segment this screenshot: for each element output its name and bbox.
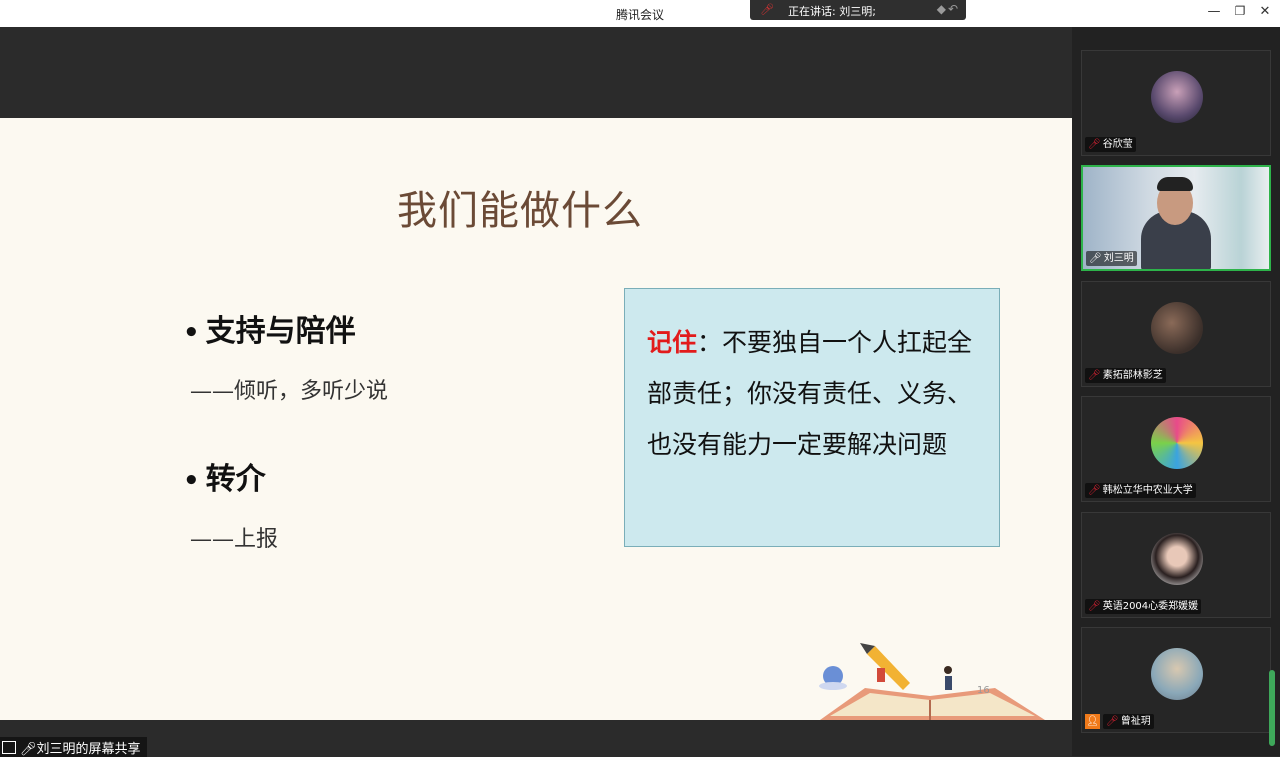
screen-share-icon <box>2 741 16 754</box>
user-icon: 👤︎ <box>1085 714 1100 729</box>
bullet-referral: • 转介 <box>183 454 266 498</box>
mic-muted-icon: 🎤︎ <box>1106 716 1119 727</box>
participant-tile[interactable]: 🎤︎ 韩松立华中农业大学 <box>1081 396 1271 502</box>
mic-muted-icon: 🎤︎ <box>1088 139 1101 150</box>
participant-name-tag: 🎤︎ 素拓部林影芝 <box>1085 368 1166 383</box>
bullet-label: 支持与陪伴 <box>205 314 356 349</box>
participant-name: 韩松立华中农业大学 <box>1102 485 1193 496</box>
bullet-sub: ——上报 <box>190 527 279 552</box>
pin-icon[interactable]: ◆ <box>937 2 948 16</box>
mic-muted-icon: 🎤︎ <box>760 3 774 16</box>
speaking-indicator[interactable]: 🎤︎ 正在讲话: 刘三明; ◆↶ <box>750 0 966 20</box>
undo-icon[interactable]: ↶ <box>948 2 960 16</box>
mic-muted-icon: 🎤︎ <box>1088 485 1101 496</box>
page-number: 16 <box>977 685 990 696</box>
avatar <box>1151 71 1203 123</box>
minimize-button[interactable]: — <box>1205 4 1223 19</box>
participant-tile[interactable]: 🎤︎ 素拓部林影芝 <box>1081 281 1271 387</box>
note-key: 记住 <box>647 328 698 357</box>
mic-muted-icon: 🎤︎ <box>1088 370 1101 381</box>
participant-name-tag: 🎤︎ 英语2004心委郑媛媛 <box>1085 599 1202 614</box>
participant-tile-active[interactable]: 🎤︎ 刘三明 <box>1081 165 1271 271</box>
participant-tile[interactable]: 🎤︎ 谷欣莹 <box>1081 50 1271 156</box>
bullet-sub: ——倾听，多听少说 <box>190 379 389 404</box>
share-label-text: 刘三明的屏幕共享 <box>36 742 141 757</box>
avatar <box>1151 417 1203 469</box>
restore-button[interactable]: ❐ <box>1231 4 1249 18</box>
participant-sidebar[interactable]: 🎤︎ 谷欣莹 🎤︎ 刘三明 🎤︎ 素拓部林影芝 🎤︎ 韩松立华中农业大学 🎤︎ 英语200… <box>1072 27 1280 756</box>
slide-title: 我们能做什么 <box>397 188 643 234</box>
bullet-label: 转介 <box>205 462 266 497</box>
participant-name-tag: 🎤︎ 谷欣莹 <box>1085 137 1136 152</box>
participant-name: 素拓部林影芝 <box>1102 370 1163 381</box>
participant-tile[interactable]: 🎤︎ 英语2004心委郑媛媛 <box>1081 512 1271 618</box>
bullet-dot: • <box>183 318 200 348</box>
speaker-actions[interactable]: ◆↶ <box>937 2 960 16</box>
participant-name-tag: 🎤︎ 刘三明 <box>1086 251 1137 266</box>
open-book-illustration <box>819 643 1045 720</box>
window-title: 腾讯会议 <box>615 8 664 22</box>
person-hair <box>1157 177 1193 191</box>
bullet-support: • 支持与陪伴 <box>183 306 356 350</box>
screen-share-label[interactable]: 🎤︎刘三明的屏幕共享 <box>0 737 147 757</box>
speaker-name: 刘三明; <box>839 5 876 18</box>
note-text: 记住：不要独自一个人扛起全部责任；你没有责任、义务、也没有能力一定要解决问题 <box>647 317 977 470</box>
sidebar-scrollbar[interactable] <box>1269 670 1275 746</box>
title-bar: 腾讯会议 🎤︎ 正在讲话: 刘三明; ◆↶ — ❐ ✕ <box>0 0 1280 27</box>
close-button[interactable]: ✕ <box>1256 4 1274 19</box>
presentation-slide: 我们能做什么 • 支持与陪伴 ——倾听，多听少说 • 转介 ——上报 记住：不要独自… <box>0 118 1072 720</box>
participant-tile[interactable]: 👤︎ 🎤︎ 曾祉玥 <box>1081 627 1271 733</box>
participant-name: 谷欣莹 <box>1102 139 1133 150</box>
speaker-prefix: 正在讲话: <box>788 5 836 18</box>
participant-name: 曾祉玥 <box>1120 716 1151 727</box>
participant-name-tag: 🎤︎ 曾祉玥 <box>1103 714 1154 729</box>
mic-muted-icon: 🎤︎ <box>1088 601 1101 612</box>
avatar <box>1151 302 1203 354</box>
avatar <box>1151 648 1203 700</box>
mic-on-icon: 🎤︎ <box>1089 253 1102 264</box>
participant-name-tag: 🎤︎ 韩松立华中农业大学 <box>1085 483 1196 498</box>
bullet-dot: • <box>183 466 200 496</box>
participant-name: 英语2004心委郑媛媛 <box>1102 601 1199 612</box>
note-box: 记住：不要独自一个人扛起全部责任；你没有责任、义务、也没有能力一定要解决问题 <box>624 288 1000 547</box>
mic-icon: 🎤︎ <box>20 742 37 757</box>
avatar <box>1151 533 1203 585</box>
shared-screen-area: 我们能做什么 • 支持与陪伴 ——倾听，多听少说 • 转介 ——上报 记住：不要独自… <box>0 27 1072 756</box>
participant-name: 刘三明 <box>1103 253 1134 264</box>
